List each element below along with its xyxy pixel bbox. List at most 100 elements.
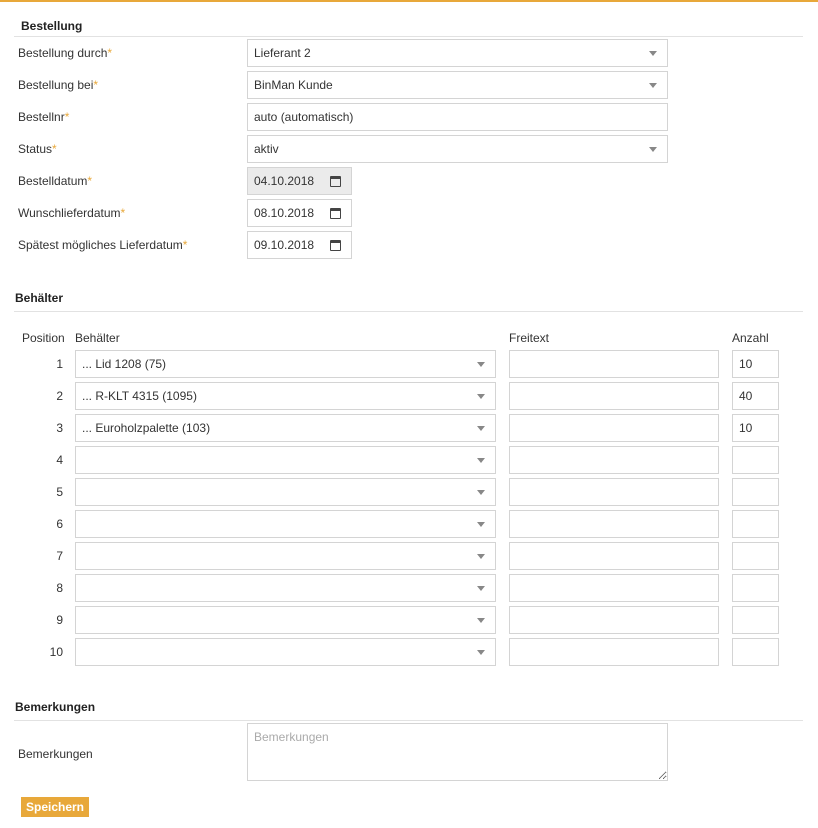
behaelter-select[interactable] [75,510,496,538]
bestelldatum-value: 04.10.2018 [254,174,315,188]
freitext-input[interactable] [509,542,719,570]
required-mark: * [107,46,113,60]
section-title-behaelter: Behälter [15,291,64,305]
bestellnr-input[interactable]: auto (automatisch) [247,103,668,131]
bemerkungen-textarea[interactable] [247,723,668,781]
status-value: aktiv [254,142,279,156]
label-bemerkungen: Bemerkungen [18,747,93,761]
chevron-down-icon [649,147,657,152]
required-mark: * [87,174,93,188]
label-bestellung-durch: Bestellung durch* [18,46,113,60]
bestellung-bei-select[interactable]: BinMan Kunde [247,71,668,99]
bestellung-bei-value: BinMan Kunde [254,78,333,92]
chevron-down-icon [477,490,485,495]
behaelter-select[interactable] [75,638,496,666]
calendar-icon[interactable] [330,176,341,187]
row-position: 8 [56,581,63,595]
calendar-icon[interactable] [330,208,341,219]
section-divider [14,720,803,721]
chevron-down-icon [477,362,485,367]
freitext-input[interactable] [509,350,719,378]
row-position: 1 [56,357,63,371]
row-position: 2 [56,389,63,403]
behaelter-select[interactable] [75,478,496,506]
chevron-down-icon [649,83,657,88]
spaetest-lieferdatum-input[interactable]: 09.10.2018 [247,231,352,259]
chevron-down-icon [477,458,485,463]
freitext-input[interactable] [509,606,719,634]
required-mark: * [93,78,99,92]
row-position: 10 [49,645,63,659]
behaelter-select[interactable] [75,606,496,634]
section-title-bemerkungen: Bemerkungen [15,700,96,714]
column-header-anzahl: Anzahl [732,331,769,345]
row-position: 5 [56,485,63,499]
anzahl-input[interactable]: 10 [732,350,779,378]
anzahl-input[interactable]: 40 [732,382,779,410]
label-bestelldatum: Bestelldatum* [18,174,93,188]
column-header-freitext: Freitext [509,331,550,345]
chevron-down-icon [477,554,485,559]
behaelter-value: ... R-KLT 4315 (1095) [82,389,197,403]
spaetest-lieferdatum-value: 09.10.2018 [254,238,315,252]
label-bestellung-bei: Bestellung bei* [18,78,99,92]
bestellnr-value: auto (automatisch) [254,110,354,124]
chevron-down-icon [477,618,485,623]
bestellung-durch-value: Lieferant 2 [254,46,311,60]
row-position: 6 [56,517,63,531]
anzahl-input[interactable] [732,574,779,602]
status-select[interactable]: aktiv [247,135,668,163]
label-wunschlieferdatum: Wunschlieferdatum* [18,206,126,220]
freitext-input[interactable] [509,478,719,506]
row-position: 3 [56,421,63,435]
anzahl-input[interactable] [732,638,779,666]
anzahl-input[interactable] [732,478,779,506]
wunschlieferdatum-input[interactable]: 08.10.2018 [247,199,352,227]
behaelter-select[interactable] [75,574,496,602]
bestellung-durch-select[interactable]: Lieferant 2 [247,39,668,67]
anzahl-input[interactable] [732,542,779,570]
freitext-input[interactable] [509,638,719,666]
freitext-input[interactable] [509,382,719,410]
required-mark: * [182,238,188,252]
row-position: 9 [56,613,63,627]
bestelldatum-input: 04.10.2018 [247,167,352,195]
required-mark: * [64,110,70,124]
column-header-position: Position [22,331,65,345]
chevron-down-icon [477,650,485,655]
chevron-down-icon [477,586,485,591]
behaelter-value: ... Lid 1208 (75) [82,357,167,371]
section-divider [14,36,803,37]
calendar-icon[interactable] [330,240,341,251]
chevron-down-icon [477,426,485,431]
top-accent-line [0,0,818,2]
behaelter-select[interactable]: ... R-KLT 4315 (1095) [75,382,496,410]
section-divider [14,311,803,312]
column-header-behaelter: Behälter [75,331,120,345]
anzahl-input[interactable] [732,510,779,538]
anzahl-input[interactable] [732,606,779,634]
behaelter-select[interactable]: ... Euroholzpalette (103) [75,414,496,442]
section-title-bestellung: Bestellung [21,19,83,33]
label-spaetest-lieferdatum: Spätest mögliches Lieferdatum* [18,238,188,252]
save-button[interactable]: Speichern [21,797,89,817]
chevron-down-icon [477,394,485,399]
freitext-input[interactable] [509,574,719,602]
label-bestellnr: Bestellnr* [18,110,70,124]
chevron-down-icon [477,522,485,527]
freitext-input[interactable] [509,446,719,474]
row-position: 7 [56,549,63,563]
anzahl-input[interactable] [732,446,779,474]
behaelter-select[interactable]: ... Lid 1208 (75) [75,350,496,378]
label-status: Status* [18,142,57,156]
anzahl-input[interactable]: 10 [732,414,779,442]
freitext-input[interactable] [509,414,719,442]
behaelter-select[interactable] [75,446,496,474]
chevron-down-icon [649,51,657,56]
freitext-input[interactable] [509,510,719,538]
row-position: 4 [56,453,63,467]
required-mark: * [52,142,57,156]
required-mark: * [120,206,126,220]
behaelter-select[interactable] [75,542,496,570]
wunschlieferdatum-value: 08.10.2018 [254,206,315,220]
